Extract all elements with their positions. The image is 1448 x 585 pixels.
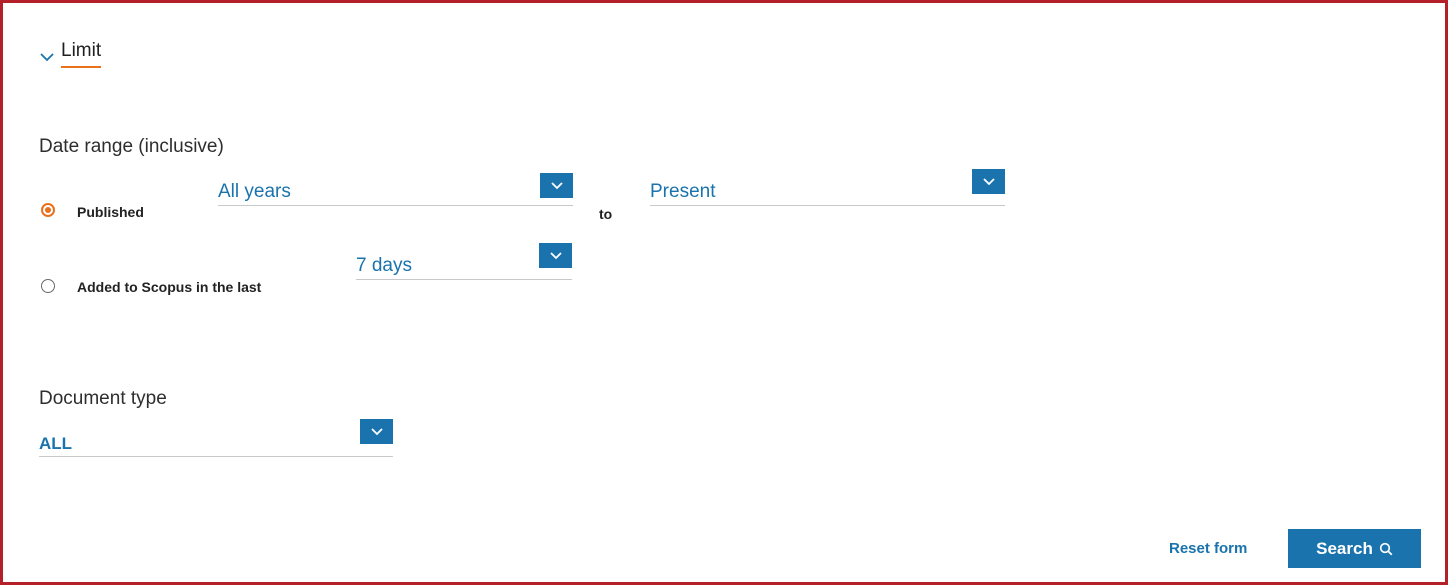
document-type-select[interactable]: ALL (39, 419, 393, 457)
added-to-scopus-label: Added to Scopus in the last (77, 279, 262, 295)
search-button-label: Search (1316, 538, 1373, 558)
search-icon (1379, 542, 1393, 555)
to-label: to (599, 206, 613, 222)
to-year-dropdown-button[interactable] (972, 169, 1005, 194)
added-period-select[interactable]: 7 days (356, 243, 572, 280)
chevron-down-icon (982, 178, 995, 186)
to-year-value: Present (650, 181, 716, 202)
from-year-value: All years (218, 181, 291, 202)
chevron-down-icon (40, 53, 54, 62)
published-radio[interactable] (41, 203, 55, 217)
added-period-value: 7 days (356, 255, 412, 276)
date-range-heading: Date range (inclusive) (39, 136, 224, 157)
published-label: Published (77, 204, 144, 220)
chevron-down-icon (549, 252, 562, 260)
limit-label: Limit (61, 40, 102, 68)
added-to-scopus-radio[interactable] (41, 279, 55, 293)
added-period-dropdown-button[interactable] (539, 243, 572, 268)
chevron-down-icon (550, 182, 563, 190)
to-year-select[interactable]: Present (650, 169, 1005, 206)
chevron-down-icon (370, 428, 383, 436)
reset-form-link[interactable]: Reset form (1169, 540, 1247, 557)
document-type-dropdown-button[interactable] (360, 419, 393, 444)
search-button[interactable]: Search (1288, 529, 1421, 568)
limit-toggle[interactable]: Limit (39, 39, 102, 69)
limit-panel: Limit Date range (inclusive) Published A… (0, 0, 1448, 585)
from-year-dropdown-button[interactable] (540, 173, 573, 198)
document-type-heading: Document type (39, 388, 167, 409)
from-year-select[interactable]: All years (218, 173, 573, 206)
document-type-value: ALL (39, 434, 73, 453)
